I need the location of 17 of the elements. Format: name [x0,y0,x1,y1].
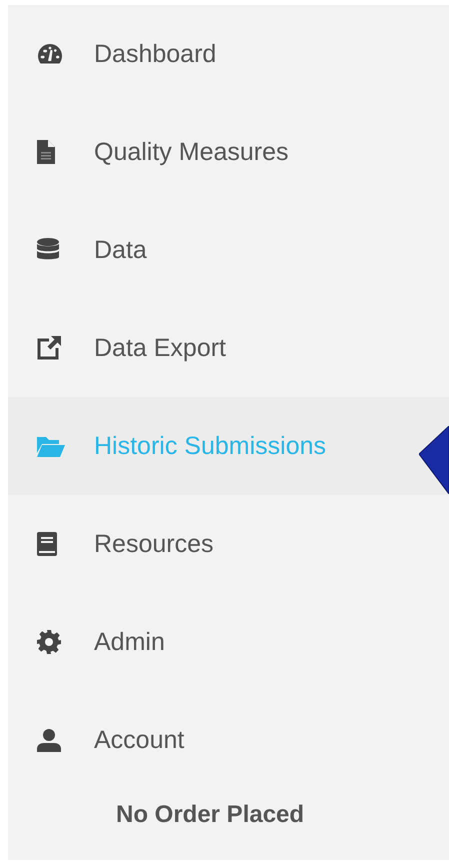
order-status: No Order Placed [116,800,306,830]
folder-icon [37,435,65,457]
sidebar-item[interactable]: Data Export [8,336,226,360]
gauge-icon [37,43,63,65]
external-link-icon [37,336,61,360]
book-icon [37,532,57,556]
document-icon [37,140,55,164]
sidebar-item[interactable]: Admin [8,630,165,654]
database-icon [37,238,59,262]
sidebar-item[interactable]: Quality Measures [8,140,289,164]
sidebar-item[interactable]: Dashboard [8,42,216,66]
user-icon [37,728,61,752]
pointer-arrow [419,426,449,494]
sidebar-item[interactable]: Data [8,238,147,262]
settings-icon [37,630,61,654]
sidebar-item[interactable]: Resources [8,532,214,556]
sidebar-item[interactable]: Account [8,728,184,752]
